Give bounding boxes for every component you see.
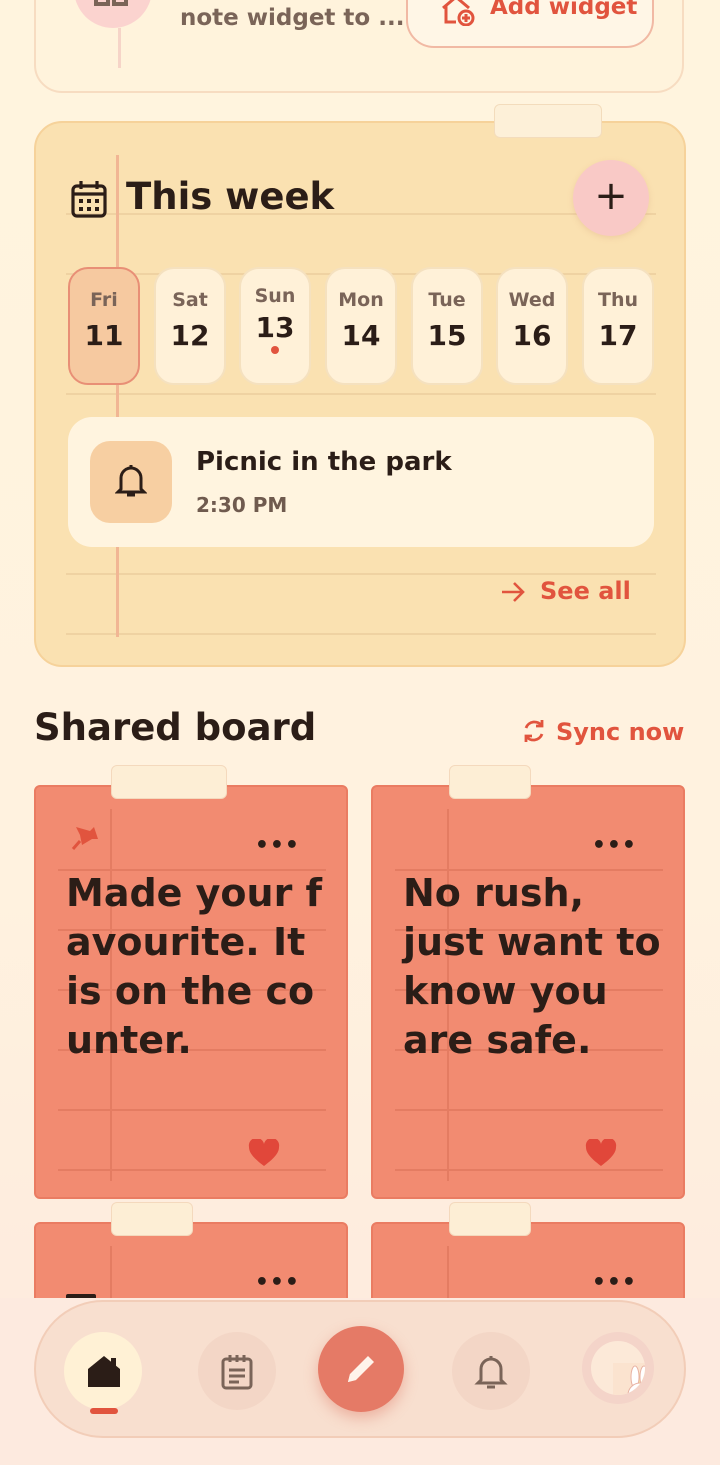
- pencil-icon: [348, 1356, 374, 1382]
- event-time: 2:30 PM: [196, 493, 288, 517]
- home-icon: [88, 1356, 120, 1387]
- event-item[interactable]: Picnic in the park 2:30 PM: [68, 417, 654, 547]
- more-options-button[interactable]: •••: [592, 1270, 637, 1295]
- day-date: 13: [255, 311, 295, 344]
- profile-avatar[interactable]: [582, 1332, 654, 1404]
- notepad-icon: [221, 1355, 253, 1390]
- promo-text: Add the quick note widget to ...: [180, 5, 405, 31]
- day-chip-mon[interactable]: Mon 14: [325, 267, 397, 385]
- day-date: 17: [598, 319, 638, 352]
- section-title: This week: [126, 175, 335, 218]
- note-card[interactable]: ••• Made your favourite. It is on the co…: [34, 785, 348, 1199]
- see-all-label: See all: [540, 577, 631, 605]
- day-chip-sat[interactable]: Sat 12: [154, 267, 226, 385]
- day-name: Tue: [428, 289, 466, 311]
- ruled-line: [395, 1109, 663, 1111]
- more-options-button[interactable]: •••: [255, 833, 300, 858]
- day-chip-wed[interactable]: Wed 16: [496, 267, 568, 385]
- pin-icon: [71, 827, 98, 850]
- day-chip-fri[interactable]: Fri 11: [68, 267, 140, 385]
- add-widget-label: Add widget: [490, 0, 638, 20]
- section-title: Shared board: [34, 706, 317, 749]
- sync-icon: [524, 720, 544, 742]
- day-chip-tue[interactable]: Tue 15: [411, 267, 483, 385]
- margin-line: [116, 155, 119, 637]
- bottom-nav: [34, 1300, 686, 1438]
- day-date: 14: [341, 319, 381, 352]
- tape-decoration: [449, 765, 531, 799]
- day-name: Sun: [254, 285, 296, 307]
- compose-button[interactable]: [318, 1326, 404, 1412]
- add-event-button[interactable]: +: [573, 160, 649, 236]
- tape-decoration: [494, 104, 602, 138]
- nav-home-button[interactable]: [64, 1332, 142, 1410]
- event-dot: [271, 346, 279, 354]
- this-week-card: This week + Fri 11 Sat 12 Sun 13 Mon 14 …: [34, 121, 686, 667]
- promo-divider: [118, 28, 121, 68]
- reminder-badge: [90, 441, 172, 523]
- nav-reminders-button[interactable]: [452, 1332, 530, 1410]
- ruled-line: [66, 393, 656, 395]
- day-chip-thu[interactable]: Thu 17: [582, 267, 654, 385]
- plus-icon: +: [594, 173, 628, 219]
- note-text: Made your favourite. It is on the counte…: [66, 871, 323, 1062]
- avatar-image: [591, 1341, 645, 1395]
- note-text: No rush, just want to know you are safe.: [403, 871, 661, 1062]
- tape-decoration: [449, 1202, 531, 1236]
- day-name: Fri: [90, 289, 118, 311]
- event-title: Picnic in the park: [196, 447, 452, 477]
- ruled-line: [58, 1109, 326, 1111]
- heart-icon[interactable]: [585, 1139, 617, 1167]
- heart-icon[interactable]: [248, 1139, 280, 1167]
- day-date: 12: [170, 319, 210, 352]
- more-options-button[interactable]: •••: [255, 1270, 300, 1295]
- day-name: Thu: [597, 289, 638, 311]
- ruled-line: [58, 1169, 326, 1171]
- day-name: Mon: [338, 289, 384, 311]
- note-card[interactable]: ••• No rush, just want to know you are s…: [371, 785, 685, 1199]
- ruled-line: [395, 1169, 663, 1171]
- nav-notes-button[interactable]: [198, 1332, 276, 1410]
- more-options-button[interactable]: •••: [592, 833, 637, 858]
- add-widget-button[interactable]: Add widget: [406, 0, 654, 48]
- bell-icon: [115, 465, 147, 497]
- active-indicator: [90, 1408, 118, 1414]
- arrow-right-icon: [502, 582, 525, 602]
- tape-decoration: [111, 1202, 193, 1236]
- widget-promo-card: Add the quick note widget to ... Add wid…: [34, 0, 684, 93]
- bunny-avatar-icon: [613, 1363, 645, 1395]
- day-chip-sun[interactable]: Sun 13: [239, 267, 311, 385]
- sync-now-button[interactable]: Sync now: [522, 718, 684, 746]
- ruled-line: [66, 633, 656, 635]
- widgets-icon: [94, 0, 128, 6]
- home-add-icon: [442, 0, 475, 26]
- day-date: 15: [427, 319, 467, 352]
- tape-decoration: [111, 765, 227, 799]
- calendar-icon: [71, 181, 107, 218]
- ruled-line: [66, 573, 656, 575]
- widget-icon: [74, 0, 152, 28]
- day-date: 16: [512, 319, 552, 352]
- day-date: 11: [84, 319, 124, 352]
- see-all-link[interactable]: See all: [500, 577, 631, 605]
- day-name: Wed: [508, 289, 556, 311]
- day-name: Sat: [172, 289, 208, 311]
- bell-icon: [474, 1356, 508, 1389]
- sync-now-label: Sync now: [556, 718, 685, 746]
